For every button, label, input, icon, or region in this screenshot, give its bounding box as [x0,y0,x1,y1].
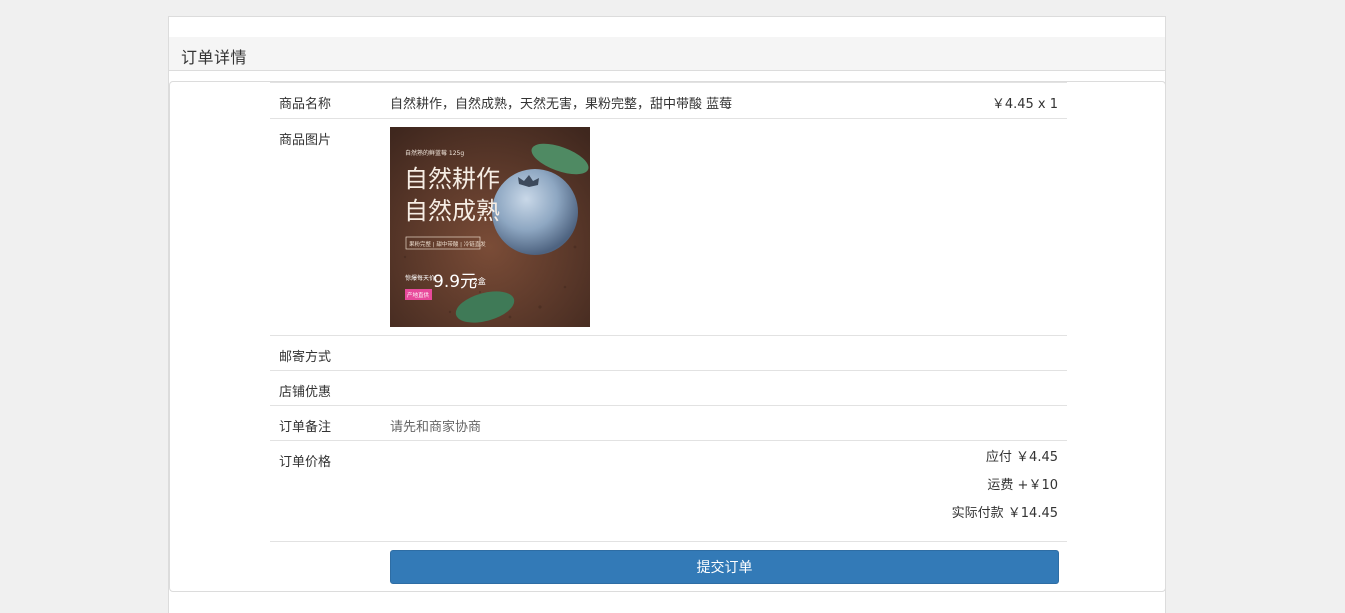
banner-promo-unit: /2盒 [470,276,486,286]
order-detail-table: 商品名称 自然耕作，自然成熟，天然无害，果粉完整，甜中带酸 蓝莓 ￥4.45 x… [270,82,1067,594]
price-breakdown: 应付 ￥4.45 运费 +￥10 实际付款 ￥14.45 [952,444,1058,528]
panel-heading: 订单详情 [169,37,1165,71]
product-image: 自然熟的鲜蓝莓 125g 自然耕作 自然成熟 果粉完整 | 甜中带酸 | 冷链直… [390,127,590,327]
banner-tagline: 果粉完整 | 甜中带酸 | 冷链直发 [409,240,486,248]
order-detail-panel: 商品名称 自然耕作，自然成熟，天然无害，果粉完整，甜中带酸 蓝莓 ￥4.45 x… [169,81,1166,592]
banner-headline-2: 自然成熟 [404,197,500,225]
banner-badge: 产地直供 [407,291,430,299]
actual-payment: 实际付款 ￥14.45 [951,506,1058,521]
product-image-label: 商品图片 [279,133,332,148]
order-page: 订单详情 商品名称 自然耕作，自然成熟，天然无害，果粉完整，甜中带酸 蓝莓 ￥4… [168,16,1166,613]
banner-top-text: 自然熟的鲜蓝莓 125g [405,149,464,157]
order-note-value: 请先和商家协商 [390,420,482,435]
price-quantity: ￥4.45 x 1 [991,97,1058,112]
row-shipping-method: 邮寄方式 [270,336,1067,371]
order-price-label: 订单价格 [279,455,332,470]
payable-amount: 应付 ￥4.45 [985,450,1058,465]
row-store-discount: 店铺优惠 [270,371,1067,406]
shipping-method-label: 邮寄方式 [279,350,332,365]
row-order-price: 订单价格 应付 ￥4.45 运费 +￥10 实际付款 ￥14.45 [270,441,1067,542]
product-name-label: 商品名称 [279,97,332,112]
product-name-value: 自然耕作，自然成熟，天然无害，果粉完整，甜中带酸 蓝莓 [390,97,733,112]
order-note-label: 订单备注 [279,420,332,435]
submit-order-button[interactable]: 提交订单 [390,550,1059,584]
row-product-name: 商品名称 自然耕作，自然成熟，天然无害，果粉完整，甜中带酸 蓝莓 ￥4.45 x… [270,83,1067,119]
row-order-note: 订单备注 请先和商家协商 [270,406,1067,441]
row-submit: 提交订单 [270,542,1067,594]
store-discount-label: 店铺优惠 [279,385,332,400]
banner-headline-1: 自然耕作 [404,165,500,193]
row-product-image: 商品图片 自然熟的鲜蓝莓 125g 自然耕作 自然成熟 果粉完整 | 甜中带酸 … [270,119,1067,336]
shipping-fee: 运费 +￥10 [987,478,1058,493]
page-title: 订单详情 [181,48,248,67]
